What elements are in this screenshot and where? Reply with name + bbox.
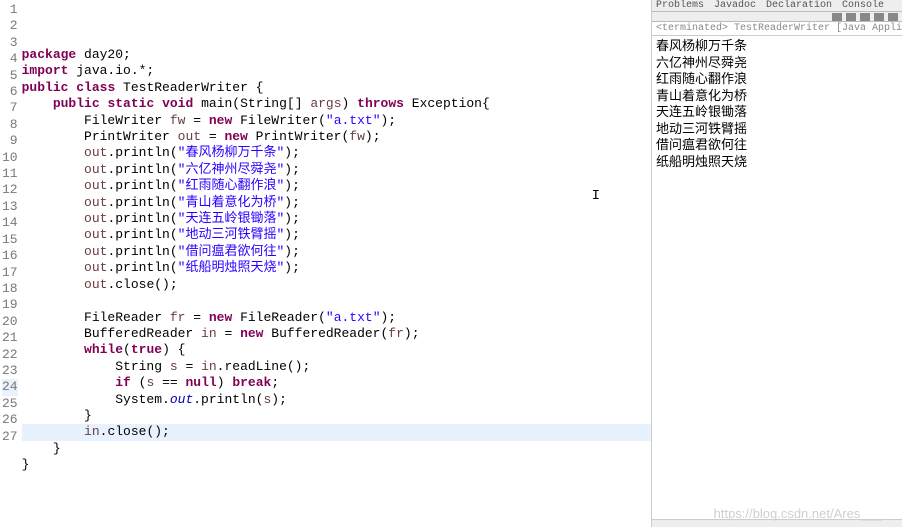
code-line[interactable]: out.println("六亿神州尽舜尧"); — [22, 162, 651, 178]
tab-javadoc[interactable]: Javadoc — [714, 0, 756, 11]
scroll-lock-icon[interactable] — [860, 13, 870, 21]
editor-pane: 1234567891011121314151617181920212223242… — [0, 0, 652, 527]
code-line[interactable]: import java.io.*; — [22, 63, 651, 79]
remove-all-icon[interactable] — [846, 13, 856, 21]
code-line[interactable]: out.println("天连五岭银锄落"); — [22, 211, 651, 227]
code-line[interactable]: out.println("借问瘟君欲何往"); — [22, 244, 651, 260]
code-line[interactable]: BufferedReader in = new BufferedReader(f… — [22, 326, 651, 342]
code-line[interactable]: out.println("春风杨柳万千条"); — [22, 145, 651, 161]
code-line[interactable]: package day20; — [22, 47, 651, 63]
code-line[interactable] — [22, 293, 651, 309]
code-line[interactable]: FileWriter fw = new FileWriter("a.txt"); — [22, 113, 651, 129]
code-line[interactable]: if (s == null) break; — [22, 375, 651, 391]
console-toolbar — [652, 12, 902, 22]
remove-launch-icon[interactable] — [832, 13, 842, 21]
code-line[interactable] — [22, 474, 651, 490]
console-line: 地动三河铁臂摇 — [656, 121, 898, 138]
code-line[interactable]: FileReader fr = new FileReader("a.txt"); — [22, 310, 651, 326]
code-line[interactable]: } — [22, 441, 651, 457]
console-line: 春风杨柳万千条 — [656, 38, 898, 55]
display-console-icon[interactable] — [888, 13, 898, 21]
console-line: 借问瘟君欲何往 — [656, 137, 898, 154]
code-line[interactable]: out.println("红雨随心翻作浪"); — [22, 178, 651, 194]
watermark: https://blog.csdn.net/Ares___ — [714, 506, 882, 521]
code-line[interactable]: } — [22, 408, 651, 424]
console-line: 天连五岭银锄落 — [656, 104, 898, 121]
console-output[interactable]: 春风杨柳万千条六亿神州尽舜尧红雨随心翻作浪青山着意化为桥天连五岭银锄落地动三河铁… — [652, 36, 902, 519]
line-gutter: 1234567891011121314151617181920212223242… — [0, 0, 22, 527]
code-area[interactable]: I package day20;import java.io.*;public … — [22, 0, 651, 527]
code-line[interactable]: out.println("青山着意化为桥"); — [22, 195, 651, 211]
console-line: 青山着意化为桥 — [656, 88, 898, 105]
code-line[interactable]: } — [22, 457, 651, 473]
console-status: <terminated> TestReaderWriter [Java Appl… — [652, 22, 902, 36]
console-line: 红雨随心翻作浪 — [656, 71, 898, 88]
code-line[interactable]: public static void main(String[] args) t… — [22, 96, 651, 112]
code-line[interactable]: in.close(); — [22, 424, 651, 440]
code-line[interactable]: while(true) { — [22, 342, 651, 358]
console-line: 纸船明烛照天烧 — [656, 154, 898, 171]
code-line[interactable]: out.println("地动三河铁臂摇"); — [22, 227, 651, 243]
code-container: 1234567891011121314151617181920212223242… — [0, 0, 651, 527]
code-line[interactable]: public class TestReaderWriter { — [22, 80, 651, 96]
tab-problems[interactable]: Problems — [656, 0, 704, 11]
tab-declaration[interactable]: Declaration — [766, 0, 832, 11]
code-line[interactable]: out.close(); — [22, 277, 651, 293]
tab-console[interactable]: Console — [842, 0, 884, 11]
pin-console-icon[interactable] — [874, 13, 884, 21]
code-line[interactable]: PrintWriter out = new PrintWriter(fw); — [22, 129, 651, 145]
code-line[interactable]: out.println("纸船明烛照天烧"); — [22, 260, 651, 276]
console-line: 六亿神州尽舜尧 — [656, 55, 898, 72]
text-cursor-icon: I — [592, 188, 600, 204]
code-line[interactable]: String s = in.readLine(); — [22, 359, 651, 375]
view-tabs[interactable]: Problems Javadoc Declaration Console — [652, 0, 902, 12]
code-line[interactable]: System.out.println(s); — [22, 392, 651, 408]
console-panel: Problems Javadoc Declaration Console <termi… — [652, 0, 902, 527]
